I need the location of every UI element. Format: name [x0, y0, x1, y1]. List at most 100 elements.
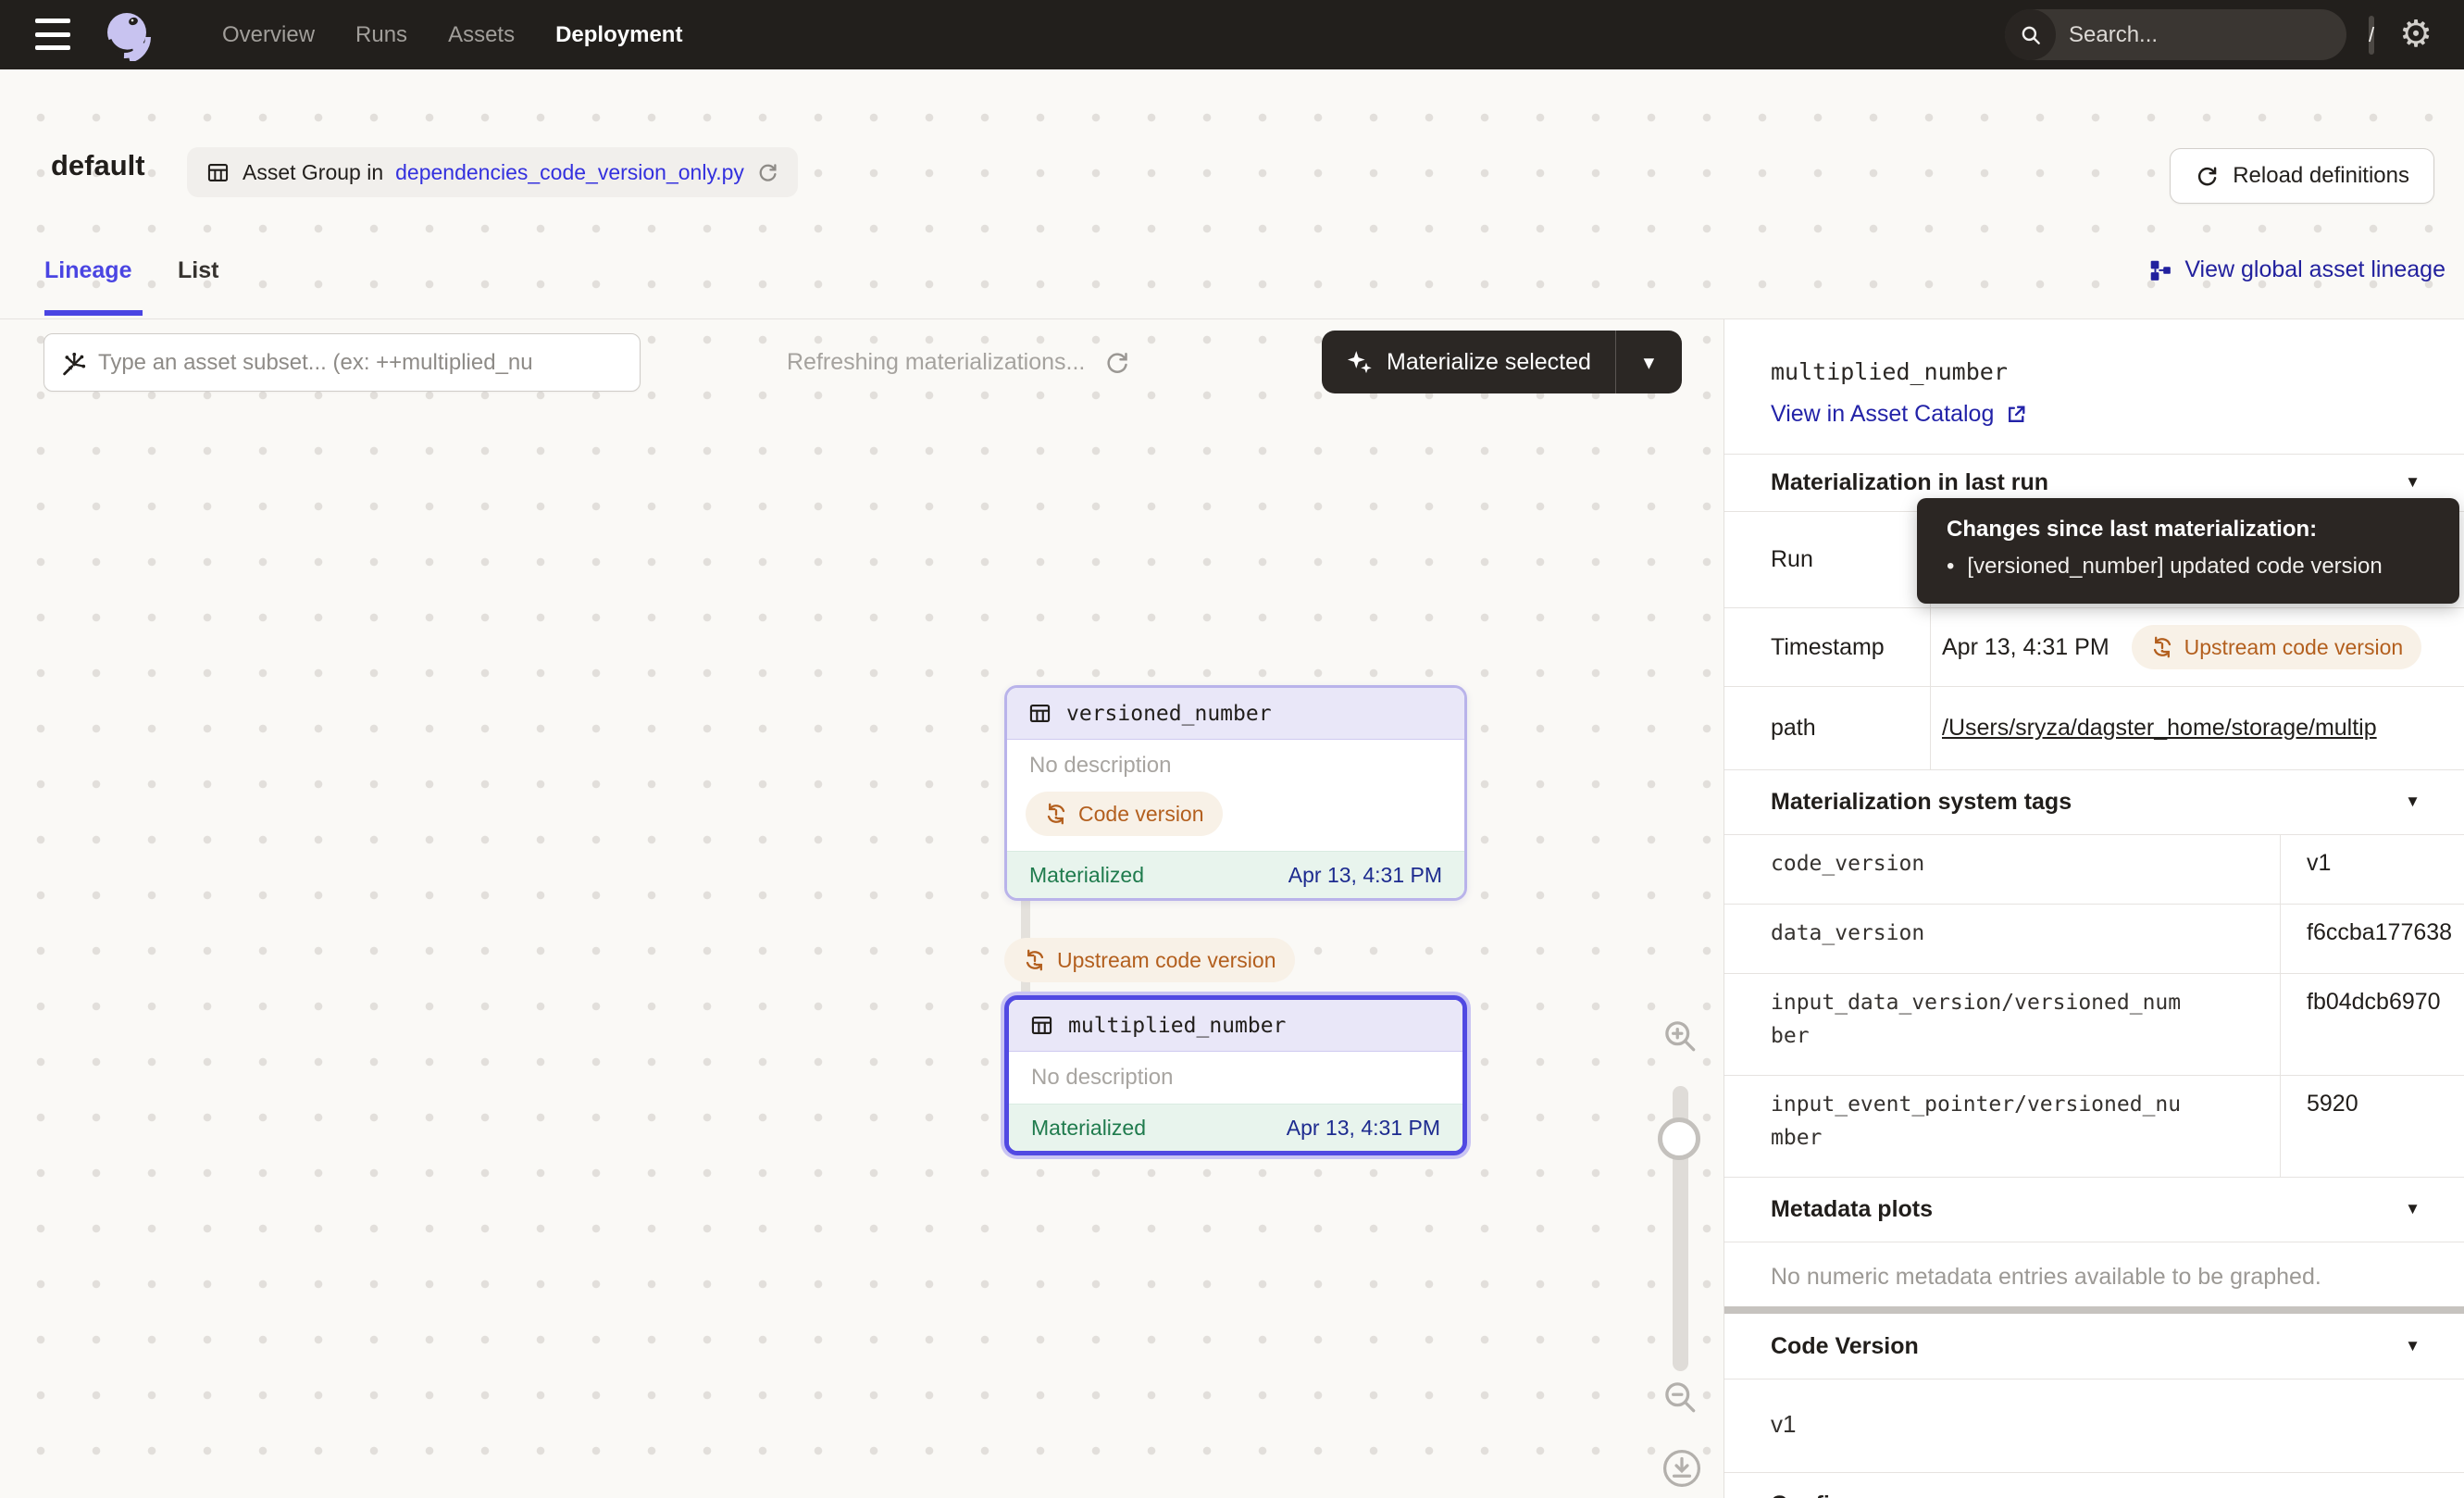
- materialize-dropdown-caret[interactable]: ▾: [1616, 331, 1682, 393]
- upstream-code-version-label: Upstream code version: [2184, 635, 2404, 660]
- nav-runs[interactable]: Runs: [355, 22, 407, 48]
- materialized-timestamp[interactable]: Apr 13, 4:31 PM: [1287, 1116, 1440, 1141]
- path-link[interactable]: /Users/sryza/dagster_home/storage/multip: [1942, 715, 2377, 742]
- code-version-sync-icon: [1023, 948, 1047, 972]
- divider: [1724, 1306, 2464, 1314]
- changes-tooltip: Changes since last materialization: • [v…: [1917, 498, 2459, 604]
- asset-group-badge: Asset Group in dependencies_code_version…: [187, 147, 798, 197]
- code-version-sync-icon: [2150, 635, 2174, 659]
- top-nav: Overview Runs Assets Deployment / ⚙: [0, 0, 2464, 69]
- refresh-icon[interactable]: [1103, 349, 1131, 377]
- chevron-down-icon[interactable]: ▼: [2405, 793, 2420, 811]
- materialize-selected-main[interactable]: Materialize selected: [1322, 331, 1615, 393]
- tooltip-item: [versioned_number] updated code version: [1967, 554, 2382, 580]
- section-title: Materialization system tags: [1771, 789, 2072, 816]
- asset-details-panel: multiplied_number View in Asset Catalog …: [1724, 319, 2464, 1498]
- asset-node-description: No description: [1009, 1052, 1462, 1104]
- timestamp-value: Apr 13, 4:31 PM: [1942, 634, 2109, 661]
- asset-subset-input[interactable]: [98, 350, 625, 376]
- asset-node-tags: Code version: [1007, 784, 1464, 851]
- main-nav: Overview Runs Assets Deployment: [222, 0, 682, 69]
- path-label: path: [1724, 687, 1931, 769]
- timestamp-label: Timestamp: [1724, 608, 1931, 686]
- section-title: Metadata plots: [1771, 1196, 1933, 1223]
- zoom-out-button[interactable]: [1660, 1377, 1700, 1417]
- page-body: default Asset Group in dependencies_code…: [0, 69, 2464, 1498]
- refreshing-status: Refreshing materializations...: [787, 333, 1131, 392]
- tag-value: f6ccba177638: [2280, 905, 2464, 973]
- run-label: Run: [1724, 512, 1931, 607]
- op-selector-icon: [59, 349, 87, 377]
- zoom-in-button[interactable]: [1660, 1016, 1700, 1056]
- tab-list[interactable]: List: [178, 257, 218, 284]
- view-in-asset-catalog-label: View in Asset Catalog: [1771, 401, 1994, 428]
- search-input[interactable]: [2056, 22, 2369, 48]
- asset-node-multiplied-number[interactable]: multiplied_number No description Materia…: [1004, 995, 1467, 1155]
- nav-assets[interactable]: Assets: [448, 22, 515, 48]
- lineage-graph-canvas[interactable]: Refreshing materializations... Materiali…: [0, 319, 1724, 1498]
- active-tab-underline: [44, 310, 143, 316]
- nav-deployment[interactable]: Deployment: [555, 22, 682, 48]
- chevron-down-icon[interactable]: ▼: [2405, 1337, 2420, 1355]
- metadata-plots-empty-text: No numeric metadata entries available to…: [1771, 1264, 2321, 1291]
- chevron-down-icon[interactable]: ▼: [2405, 1200, 2420, 1218]
- table-row: data_version f6ccba177638: [1724, 904, 2464, 973]
- tooltip-title: Changes since last materialization:: [1947, 517, 2459, 543]
- nav-overview[interactable]: Overview: [222, 22, 315, 48]
- upstream-code-version-tag[interactable]: Upstream code version: [1004, 938, 1295, 982]
- upstream-code-version-tag[interactable]: Upstream code version: [2132, 625, 2422, 669]
- tag-value: 5920: [2280, 1076, 2464, 1177]
- asset-group-file-link[interactable]: dependencies_code_version_only.py: [395, 160, 744, 185]
- external-link-icon: [2005, 403, 2028, 426]
- section-code-version[interactable]: Code Version ▼: [1724, 1314, 2464, 1379]
- zoom-slider-handle[interactable]: [1658, 1117, 1700, 1160]
- section-title: Materialization in last run: [1771, 469, 2048, 496]
- path-row: path /Users/sryza/dagster_home/storage/m…: [1724, 686, 2464, 769]
- refresh-icon[interactable]: [756, 161, 779, 184]
- asset-subset-filter[interactable]: [44, 333, 641, 392]
- timestamp-row: Timestamp Apr 13, 4:31 PM Upstream code …: [1724, 607, 2464, 686]
- table-grid-icon: [205, 160, 230, 185]
- global-search[interactable]: /: [2005, 9, 2346, 60]
- asset-group-label: Asset Group in: [243, 160, 383, 185]
- search-icon: [2005, 9, 2056, 60]
- materialized-timestamp[interactable]: Apr 13, 4:31 PM: [1288, 863, 1442, 888]
- code-version-tag[interactable]: Code version: [1026, 792, 1223, 836]
- search-shortcut-key: /: [2369, 16, 2374, 55]
- sparkles-icon: [1346, 348, 1374, 376]
- section-title: Code Version: [1771, 1333, 1919, 1360]
- view-in-asset-catalog-link[interactable]: View in Asset Catalog: [1771, 401, 2028, 428]
- view-global-asset-lineage-link[interactable]: View global asset lineage: [2148, 256, 2445, 283]
- tab-lineage[interactable]: Lineage: [44, 257, 131, 284]
- tag-key: input_event_pointer/versioned_number: [1724, 1076, 2280, 1177]
- settings-gear-icon[interactable]: ⚙: [2399, 13, 2433, 56]
- panel-asset-name: multiplied_number: [1771, 358, 2008, 385]
- materialize-selected-button[interactable]: Materialize selected ▾: [1322, 331, 1682, 393]
- asset-node-name: versioned_number: [1066, 702, 1272, 726]
- view-global-asset-lineage-label: View global asset lineage: [2184, 256, 2445, 283]
- materialize-selected-label: Materialize selected: [1387, 349, 1591, 376]
- section-system-tags[interactable]: Materialization system tags ▼: [1724, 769, 2464, 834]
- dagster-logo[interactable]: [102, 9, 154, 66]
- code-version-sync-icon: [1044, 802, 1068, 826]
- table-grid-icon: [1027, 701, 1052, 726]
- tag-key: input_data_version/versioned_number: [1724, 974, 2280, 1075]
- reload-definitions-label: Reload definitions: [2233, 163, 2409, 189]
- asset-node-name: multiplied_number: [1068, 1014, 1286, 1038]
- asset-node-header: multiplied_number: [1009, 1000, 1462, 1052]
- reload-icon: [2195, 164, 2220, 189]
- asset-node-status-bar: Materialized Apr 13, 4:31 PM: [1007, 851, 1464, 898]
- asset-node-versioned-number[interactable]: versioned_number No description Code ver…: [1004, 685, 1467, 901]
- refreshing-status-label: Refreshing materializations...: [787, 349, 1085, 376]
- tag-key: code_version: [1724, 835, 2280, 904]
- materialized-status: Materialized: [1029, 863, 1144, 888]
- hamburger-menu-icon[interactable]: [35, 19, 70, 50]
- system-tags-table: code_version v1 data_version f6ccba17763…: [1724, 834, 2464, 1177]
- chevron-down-icon[interactable]: ▼: [2405, 473, 2420, 492]
- bullet: •: [1947, 554, 1954, 580]
- reload-definitions-button[interactable]: Reload definitions: [2170, 148, 2434, 204]
- download-graph-button[interactable]: [1661, 1447, 1703, 1490]
- tag-value: v1: [2280, 835, 2464, 904]
- section-config[interactable]: Config: [1724, 1472, 2464, 1498]
- section-metadata-plots[interactable]: Metadata plots ▼: [1724, 1177, 2464, 1242]
